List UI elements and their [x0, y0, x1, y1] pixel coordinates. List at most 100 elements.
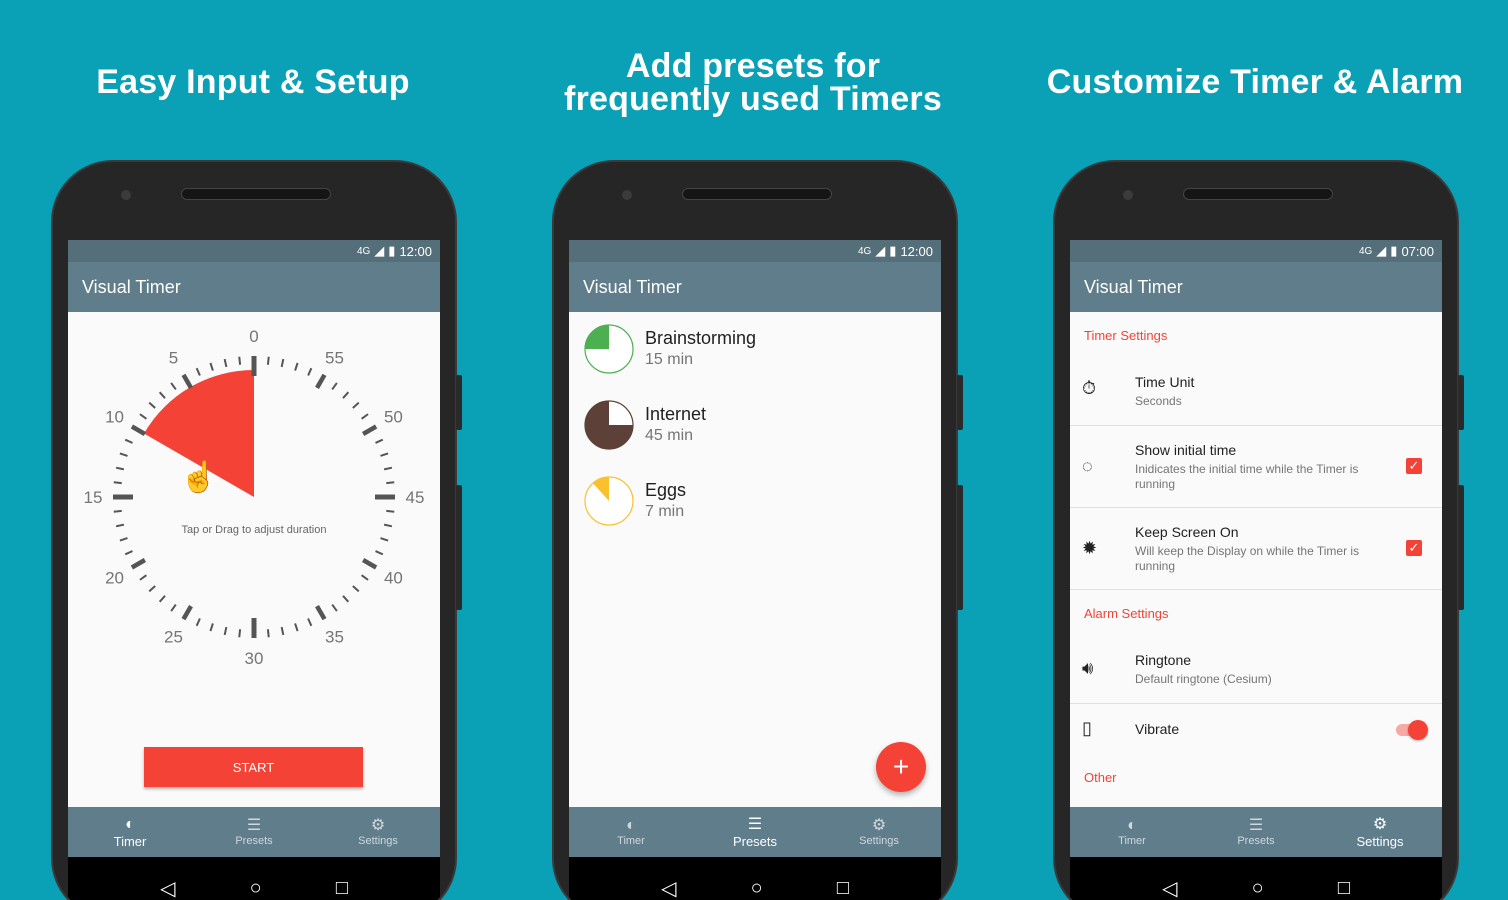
dial-tick	[294, 623, 299, 632]
nav-presets-label: Presets	[235, 835, 273, 847]
preset-item[interactable]: Internet 45 min	[583, 396, 706, 454]
back-icon[interactable]: ◁	[160, 876, 175, 900]
settings-content: Timer Settings ⏱ Time Unit Seconds ◌ Sho…	[1070, 312, 1442, 807]
dial-tick	[331, 604, 338, 612]
keep-screen-title: Keep Screen On	[1135, 524, 1239, 540]
network-icon: 4G	[1358, 245, 1373, 257]
nav-presets[interactable]: ☰ Presets	[1194, 807, 1318, 857]
battery-icon: ▮	[388, 243, 396, 258]
stopwatch-icon: ⏱	[1082, 378, 1097, 398]
time-unit-setting[interactable]: ⏱ Time Unit Seconds	[1070, 354, 1442, 426]
nav-settings-label: Settings	[859, 835, 899, 847]
add-preset-button[interactable]: +	[876, 742, 926, 792]
back-icon[interactable]: ◁	[1162, 876, 1177, 900]
dial-tick	[195, 618, 201, 627]
timer-icon: ◐	[1127, 817, 1137, 834]
dial-tick	[139, 413, 147, 420]
battery-icon: ▮	[1390, 243, 1398, 258]
app-title: Visual Timer	[82, 276, 181, 297]
nav-presets-label: Presets	[1237, 835, 1275, 847]
ringtone-title: Ringtone	[1135, 652, 1192, 668]
bottom-nav: ◐ Timer ☰ Presets ⚙ Settings	[68, 807, 440, 857]
dial-label: 35	[325, 627, 344, 646]
dial-tick	[361, 413, 369, 420]
recents-icon[interactable]: □	[1338, 877, 1350, 900]
signal-icon: ◢	[875, 243, 886, 258]
nav-settings-label: Settings	[358, 835, 398, 847]
dial-label: 55	[325, 349, 344, 368]
dial-tick	[158, 391, 166, 399]
list-icon: ☰	[747, 815, 763, 833]
preset-item[interactable]: Eggs 7 min	[583, 472, 686, 530]
initial-time-title: Show initial time	[1135, 442, 1237, 458]
timer-dial[interactable]: 0 5 10 15 20 25 30 35 40 45 50 55	[68, 312, 440, 672]
nav-presets[interactable]: ☰ Presets	[693, 807, 817, 857]
status-time: 12:00	[900, 243, 933, 259]
system-nav: ◁ ○ □	[68, 857, 440, 900]
keep-screen-checkbox[interactable]: ✓	[1406, 540, 1422, 556]
dial-tick	[380, 537, 389, 542]
dial-label: 45	[406, 488, 425, 507]
headline-presets: Add presets for frequently used Timers	[540, 47, 966, 116]
nav-settings[interactable]: ⚙ Settings	[316, 807, 440, 857]
dial-tick	[380, 452, 389, 457]
earpiece-speaker	[181, 188, 331, 200]
nav-settings[interactable]: ⚙ Settings	[1318, 807, 1442, 857]
nav-timer[interactable]: ◐ Timer	[1070, 807, 1194, 857]
dial-tick	[307, 367, 313, 376]
gear-icon: ⚙	[370, 817, 386, 834]
vibrate-setting[interactable]: ▯ Vibrate	[1070, 704, 1442, 756]
nav-timer-label: Timer	[617, 835, 645, 847]
home-icon[interactable]: ○	[751, 877, 763, 900]
initial-time-checkbox[interactable]: ✓	[1406, 458, 1422, 474]
nav-settings[interactable]: ⚙ Settings	[817, 807, 941, 857]
dial-label: 5	[169, 349, 178, 368]
dial-tick	[383, 466, 393, 471]
app-bar: Visual Timer	[68, 262, 440, 312]
nav-timer[interactable]: ◐ Timer	[68, 807, 192, 857]
dial-tick	[124, 550, 133, 556]
earpiece-speaker	[682, 188, 832, 200]
preset-duration: 15 min	[645, 351, 694, 368]
dial-label: 25	[164, 627, 183, 646]
recents-icon[interactable]: □	[837, 877, 849, 900]
dial-tick	[119, 537, 128, 542]
phone-timer: 4G ◢ ▮ 12:00 Visual Timer 0 5 10 15 20 25 30 35…	[51, 160, 457, 900]
dial-label: 50	[384, 408, 403, 427]
dial-tick	[375, 438, 384, 444]
headline-customize: Customize Timer & Alarm	[1046, 63, 1464, 101]
headline-presets-line1: Add presets for	[625, 47, 881, 85]
nav-presets[interactable]: ☰ Presets	[192, 807, 316, 857]
dial-tick	[148, 401, 156, 409]
vibrate-toggle[interactable]	[1396, 720, 1428, 740]
preset-name: Eggs	[645, 480, 687, 500]
dial-tick	[266, 629, 270, 638]
dial-tick	[124, 438, 133, 444]
dial-tick	[113, 481, 122, 485]
list-icon: ☰	[246, 817, 262, 834]
status-time: 07:00	[1401, 243, 1434, 259]
home-icon[interactable]: ○	[250, 877, 262, 900]
vibrate-title: Vibrate	[1135, 721, 1180, 737]
start-button[interactable]: START	[144, 747, 363, 787]
nav-timer[interactable]: ◐ Timer	[569, 807, 693, 857]
timer-content: 0 5 10 15 20 25 30 35 40 45 50 55 ☝ Tap or Drag to …	[68, 312, 440, 807]
show-initial-time-setting[interactable]: ◌ Show initial time Inidicates the initi…	[1070, 426, 1442, 508]
speaker-icon: 🔊︎	[1082, 658, 1094, 678]
dial-hint: Tap or Drag to adjust duration	[181, 524, 327, 536]
preset-name: Brainstorming	[645, 328, 757, 348]
pie-slice	[585, 325, 609, 349]
drag-gesture-icon: ☝	[180, 461, 218, 494]
keep-screen-on-setting[interactable]: ✹ Keep Screen On Will keep the Display o…	[1070, 508, 1442, 590]
ringtone-setting[interactable]: 🔊︎ Ringtone Default ringtone (Cesium)	[1070, 632, 1442, 704]
home-icon[interactable]: ○	[1252, 877, 1264, 900]
recents-icon[interactable]: □	[336, 877, 348, 900]
preset-item[interactable]: Brainstorming 15 min	[583, 320, 756, 378]
phone-settings: 4G ◢ ▮ 07:00 Visual Timer Timer Settings…	[1053, 160, 1459, 900]
side-button	[957, 375, 963, 430]
gear-icon: ⚙	[871, 817, 887, 834]
preset-pie-icon	[584, 324, 634, 374]
dial-tick	[342, 391, 350, 399]
back-icon[interactable]: ◁	[661, 876, 676, 900]
bottom-nav: ◐ Timer ☰ Presets ⚙ Settings	[569, 807, 941, 857]
